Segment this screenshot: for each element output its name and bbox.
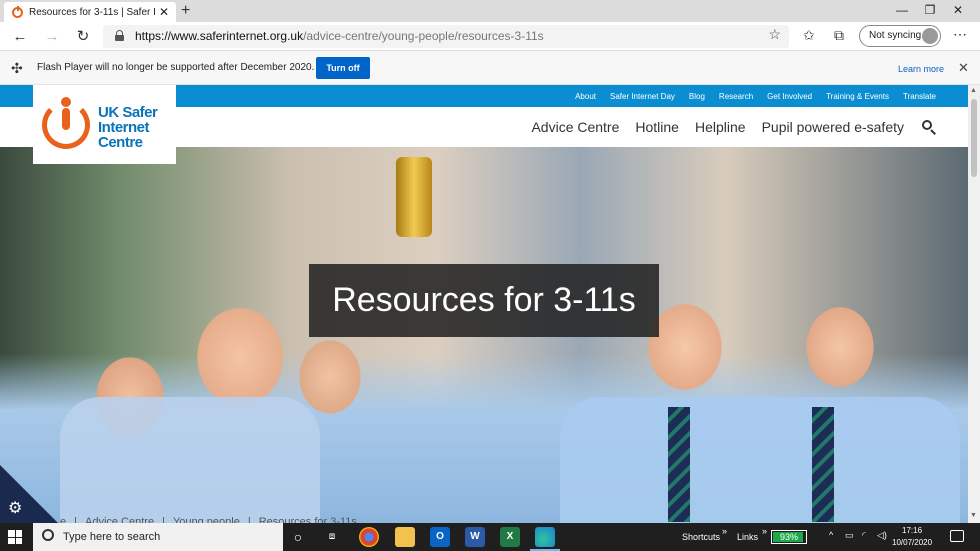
search-icon[interactable] [922, 120, 936, 135]
scroll-down-icon[interactable]: ▼ [970, 512, 977, 519]
page-scrollbar[interactable]: ▲ ▼ [968, 85, 980, 523]
clock[interactable]: 17:16 10/07/2020 [892, 525, 932, 549]
tab-strip: Resources for 3-11s | Safer Interne ✕ + … [0, 0, 980, 22]
cortana-icon[interactable]: ○ [288, 527, 308, 547]
lock-icon [115, 30, 124, 41]
volume-icon[interactable]: ◁) [877, 530, 887, 541]
breadcrumb-item[interactable]: Young people [173, 516, 240, 523]
windows-taskbar: Type here to search ○ ⧈ O W X Shortcuts … [0, 523, 980, 551]
breadcrumb-separator: | [162, 516, 165, 523]
file-explorer-icon[interactable] [395, 527, 415, 547]
gear-icon[interactable]: ⚙ [8, 498, 22, 518]
collections-icon[interactable]: ⧉ [834, 27, 844, 44]
windows-start-icon[interactable] [8, 530, 22, 544]
profile-sync-button[interactable]: Not syncing [859, 25, 941, 47]
hero-image: Resources for 3-11s [0, 147, 968, 523]
turn-off-button[interactable]: Turn off [316, 57, 370, 79]
breadcrumb-item[interactable]: Advice Centre [85, 516, 154, 523]
nav-item-hotline[interactable]: Hotline [635, 119, 679, 135]
logo-text: UK Safer Internet Centre [98, 104, 158, 151]
address-bar[interactable]: https://www.saferinternet.org.uk/advice-… [103, 25, 789, 48]
back-icon[interactable]: ← [9, 26, 31, 48]
tab-title: Resources for 3-11s | Safer Interne [29, 6, 156, 18]
close-tab-icon[interactable]: ✕ [156, 5, 172, 19]
task-view-icon[interactable]: ⧈ [322, 527, 342, 547]
chevron-icon[interactable]: » [762, 526, 767, 536]
favorites-icon[interactable]: ✩ [803, 27, 815, 44]
taskbar-search[interactable]: Type here to search [33, 523, 283, 551]
browser-tab[interactable]: Resources for 3-11s | Safer Interne ✕ [4, 2, 176, 22]
trophy [396, 157, 432, 237]
notification-icon[interactable] [950, 530, 964, 542]
web-page: About Safer Internet Day Blog Research Get I… [0, 85, 968, 523]
address-toolbar: ← → ↻ https://www.saferinternet.org.uk/a… [0, 22, 980, 51]
favorite-star-icon[interactable]: ☆ [768, 26, 781, 43]
sync-label: Not syncing [869, 30, 922, 41]
outlook-icon[interactable]: O [430, 527, 450, 547]
chevron-icon[interactable]: » [722, 526, 727, 536]
edge-icon[interactable] [530, 527, 560, 551]
battery-icon[interactable]: ▭ [845, 530, 854, 541]
scrollbar-thumb[interactable] [971, 99, 977, 177]
excel-icon[interactable]: X [500, 527, 520, 547]
top-link-about[interactable]: About [575, 92, 596, 101]
breadcrumb-separator: | [247, 516, 251, 523]
breadcrumb-item[interactable]: Resources for 3-11s [259, 516, 357, 523]
avatar [922, 28, 938, 44]
shortcuts-toolbar[interactable]: Shortcuts [682, 532, 720, 542]
nav-item-pupil-powered-e-safety[interactable]: Pupil powered e-safety [762, 119, 904, 135]
top-link-blog[interactable]: Blog [689, 92, 705, 101]
top-link-research[interactable]: Research [719, 92, 753, 101]
info-message: Flash Player will no longer be supported… [37, 62, 315, 73]
nav-item-helpline[interactable]: Helpline [695, 119, 746, 135]
tray-caret-icon[interactable]: ^ [829, 530, 833, 540]
wifi-icon[interactable]: ◜ [862, 530, 866, 541]
chrome-icon[interactable] [359, 527, 379, 547]
links-toolbar[interactable]: Links [737, 532, 758, 542]
top-link-safer-internet-day[interactable]: Safer Internet Day [610, 92, 675, 101]
close-infobar-icon[interactable]: ✕ [958, 60, 969, 76]
site-logo[interactable]: UK Safer Internet Centre [33, 85, 176, 164]
battery-meter: 93% [771, 530, 807, 544]
learn-more-link[interactable]: Learn more [898, 64, 944, 74]
breadcrumb-item[interactable]: e [60, 516, 66, 523]
page-title: Resources for 3-11s [309, 264, 659, 337]
scroll-up-icon[interactable]: ▲ [970, 87, 977, 94]
url-text[interactable]: https://www.saferinternet.org.uk/advice-… [135, 29, 544, 43]
top-link-translate[interactable]: Translate [903, 92, 936, 101]
breadcrumb: e | Advice Centre | Young people | Resources f… [60, 516, 365, 523]
close-window-icon[interactable]: ✕ [936, 0, 980, 22]
top-link-get-involved[interactable]: Get Involved [767, 92, 812, 101]
flash-info-bar: ✣ Flash Player will no longer be support… [0, 51, 980, 85]
breadcrumb-separator: | [74, 516, 77, 523]
word-icon[interactable]: W [465, 527, 485, 547]
extension-puzzle-icon: ✣ [11, 60, 23, 76]
new-tab-button[interactable]: + [181, 2, 190, 20]
site-favicon-icon [12, 5, 23, 18]
logo-mark-icon [42, 97, 93, 149]
top-link-training-events[interactable]: Training & Events [826, 92, 889, 101]
nav-item-advice-centre[interactable]: Advice Centre [531, 119, 619, 135]
more-options-icon[interactable]: ⋯ [953, 26, 967, 43]
forward-icon[interactable]: → [41, 26, 63, 48]
taskbar-search-placeholder: Type here to search [63, 531, 161, 543]
refresh-icon[interactable]: ↻ [72, 26, 94, 48]
search-icon [42, 529, 54, 541]
